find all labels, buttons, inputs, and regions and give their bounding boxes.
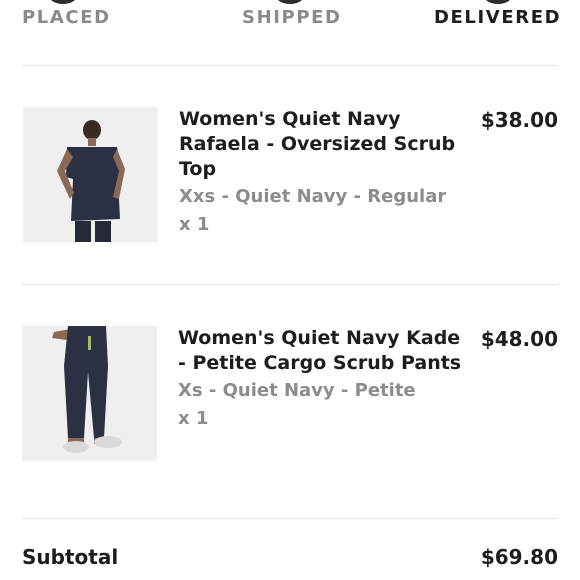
subtotal-value: $69.80 (480, 545, 558, 569)
scrub-pants-photo-icon (22, 326, 157, 461)
subtotal-label: Subtotal (22, 545, 119, 569)
divider (22, 65, 558, 66)
divider (22, 518, 558, 519)
item-name[interactable]: Women's Quiet Navy Kade - Petite Cargo S… (178, 326, 463, 376)
item-quantity: x 1 (179, 214, 210, 235)
placed-step-dot (48, 0, 78, 4)
product-image[interactable] (22, 326, 157, 461)
step-placed-label: PLACED (22, 7, 111, 28)
item-variant: Xs - Quiet Navy - Petite (178, 380, 416, 401)
product-image[interactable] (23, 107, 158, 242)
item-price: $48.00 (480, 327, 558, 351)
delivered-step-dot (483, 0, 513, 4)
shipped-step-dot (275, 0, 305, 4)
scrub-top-photo-icon (23, 107, 158, 242)
item-name[interactable]: Women's Quiet Navy Rafaela - Oversized S… (179, 107, 464, 182)
item-price: $38.00 (480, 108, 558, 132)
divider (22, 284, 558, 285)
item-variant: Xxs - Quiet Navy - Regular (179, 186, 447, 207)
step-delivered-label: DELIVERED (434, 7, 562, 28)
step-shipped-label: SHIPPED (242, 7, 342, 28)
item-quantity: x 1 (178, 408, 209, 429)
